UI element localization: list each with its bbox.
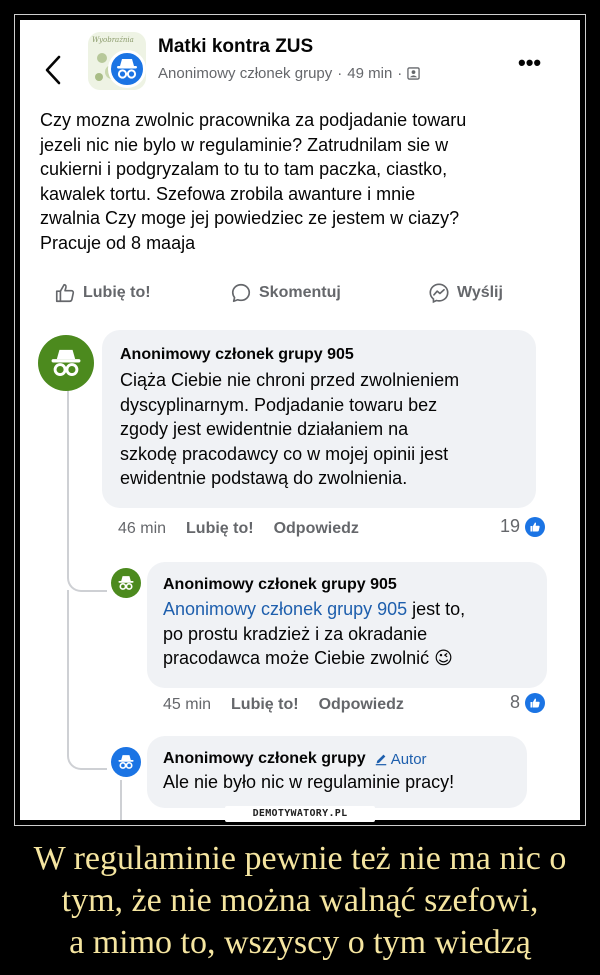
reply-bubble: Anonimowy członek grupy 905 Anonimowy cz… [147, 562, 547, 688]
author-reply-bubble: Anonimowy członek grupy Autor Ale nie by… [147, 736, 527, 808]
comment-time[interactable]: 46 min [118, 520, 166, 538]
reply-like-button[interactable]: Lubię to! [231, 696, 299, 714]
reply-line-rest: jest to, [407, 599, 466, 619]
comment-line: zgody jest ewidentnie działaniem na [120, 419, 409, 439]
group-avatar-text: Wyobraźnia [92, 36, 134, 44]
more-options-button[interactable]: ••• [518, 50, 541, 76]
incognito-icon [118, 755, 134, 769]
thread-line [120, 780, 122, 820]
wink-emoji: 😉 [434, 648, 453, 668]
post-body: Czy mozna zwolnic pracownika za podjadan… [40, 108, 565, 255]
incognito-icon [117, 59, 137, 79]
author-reply-header: Anonimowy członek grupy Autor [163, 750, 427, 768]
thumbs-up-icon [55, 283, 75, 303]
comment-reply-button[interactable]: Odpowiedz [274, 520, 359, 538]
post-actions-bar: Lubię to! Skomentuj Wyślij [20, 282, 580, 312]
reply-author[interactable]: Anonimowy członek grupy 905 [163, 576, 397, 594]
group-privacy-icon [407, 67, 421, 80]
comment-author[interactable]: Anonimowy członek grupy 905 [120, 346, 354, 364]
comment-line: Ciąża Ciebie nie chroni przed zwolnienie… [120, 370, 460, 390]
comment-text: Ciąża Ciebie nie chroni przed zwolnienie… [120, 368, 459, 491]
thread-connector [67, 560, 107, 592]
post-line: Czy mozna zwolnic pracownika za podjadan… [40, 110, 467, 130]
meta-separator: · [337, 65, 343, 82]
share-label: Wyślij [457, 284, 503, 301]
reaction-count: 8 [510, 692, 521, 712]
reply-line-text: pracodawca może Ciebie zwolnić [163, 648, 430, 668]
author-reply-avatar[interactable] [111, 747, 141, 777]
like-button[interactable]: Lubię to! [54, 282, 151, 304]
author-reply-line: Ale nie było nic w regulaminie pracy! [163, 772, 455, 792]
comment-label: Skomentuj [259, 284, 341, 301]
reply-line: po prostu kradzież i za okradanie [163, 623, 428, 644]
caption-line: a mimo to, wszyscy o tym wiedzą [69, 924, 531, 961]
reply-reaction-count[interactable]: 8 [510, 692, 546, 713]
post-meta: Anonimowy członek grupy · 49 min · [158, 65, 421, 82]
reply-line: pracodawca może Ciebie zwolnić 😉 [163, 646, 465, 671]
post-line: Pracuje od 8 maaja [40, 232, 196, 253]
incognito-icon [51, 349, 81, 376]
post-line: kawalek tortu. Szefowa zrobila awanture … [40, 183, 416, 204]
demotivator-caption: W regulaminie pewnie też nie ma nic o ty… [0, 838, 600, 964]
share-button[interactable]: Wyślij [428, 282, 503, 304]
incognito-icon [118, 576, 134, 590]
like-label: Lubię to! [83, 284, 151, 301]
comment-like-button[interactable]: Lubię to! [186, 520, 254, 538]
comment-line: dyscyplinarnym. Podjadanie towaru bez [120, 394, 438, 415]
reaction-count: 19 [500, 516, 521, 536]
screenshot-frame: Wyobraźnia Matki kontra ZUS Anonimowy cz… [20, 20, 580, 820]
comment-reaction-count[interactable]: 19 [500, 516, 546, 537]
like-reaction-icon [525, 692, 546, 713]
reply-reply-button[interactable]: Odpowiedz [319, 696, 404, 714]
mention-link[interactable]: Anonimowy członek grupy 905 [163, 599, 407, 619]
comment-button[interactable]: Skomentuj [230, 282, 341, 304]
post-line: cukierni i podgryzalam to tu to tam pacz… [40, 159, 448, 179]
caption-line: tym, że nie można walnąć szefowi, [61, 882, 539, 919]
reply-time[interactable]: 45 min [163, 696, 211, 714]
thread-line [67, 590, 69, 740]
reply-text: Anonimowy członek grupy 905 jest to, po … [163, 597, 465, 671]
group-name[interactable]: Matki kontra ZUS [158, 36, 313, 58]
reply-line: Anonimowy członek grupy 905 jest to, [163, 597, 465, 622]
post-line: jezeli nic nie bylo w regulaminie? Zatru… [40, 134, 449, 155]
caption-line: W regulaminie pewnie też nie ma nic o [33, 840, 567, 877]
comment-meta: 46 min Lubię to! Odpowiedz [118, 520, 359, 538]
thread-line [67, 390, 69, 576]
like-reaction-icon [525, 516, 546, 537]
post-time[interactable]: 49 min [347, 65, 392, 82]
reply-avatar[interactable] [111, 568, 141, 598]
reply-meta: 45 min Lubię to! Odpowiedz [163, 696, 404, 714]
anonymous-user-mini-avatar [108, 50, 146, 88]
author-reply-text: Ale nie było nic w regulaminie pracy! [163, 770, 454, 795]
post-line: zwalnia Czy moge jej powiedziec ze jeste… [40, 208, 460, 228]
comment-line: ewidentnie podstawą do zwolnienia. [120, 468, 408, 488]
back-arrow-icon[interactable] [42, 53, 64, 87]
author-badge-label: Autor [390, 750, 427, 768]
thread-connector [67, 720, 107, 770]
author-badge: Autor [374, 751, 427, 768]
watermark-logo: DEMOTYWATORY.PL [225, 806, 375, 822]
post-author: Anonimowy członek grupy [158, 65, 333, 82]
comment-bubble: Anonimowy członek grupy 905 Ciąża Ciebie… [102, 330, 536, 508]
author-reply-name[interactable]: Anonimowy członek grupy [163, 750, 366, 768]
comment-line: szkodę pracodawcy co w mojej opinii jest [120, 443, 449, 464]
meta-separator-2: · [397, 65, 403, 82]
messenger-icon [429, 283, 449, 304]
pencil-icon [375, 754, 386, 766]
comment-icon [231, 283, 251, 303]
comment-avatar[interactable] [38, 335, 94, 391]
